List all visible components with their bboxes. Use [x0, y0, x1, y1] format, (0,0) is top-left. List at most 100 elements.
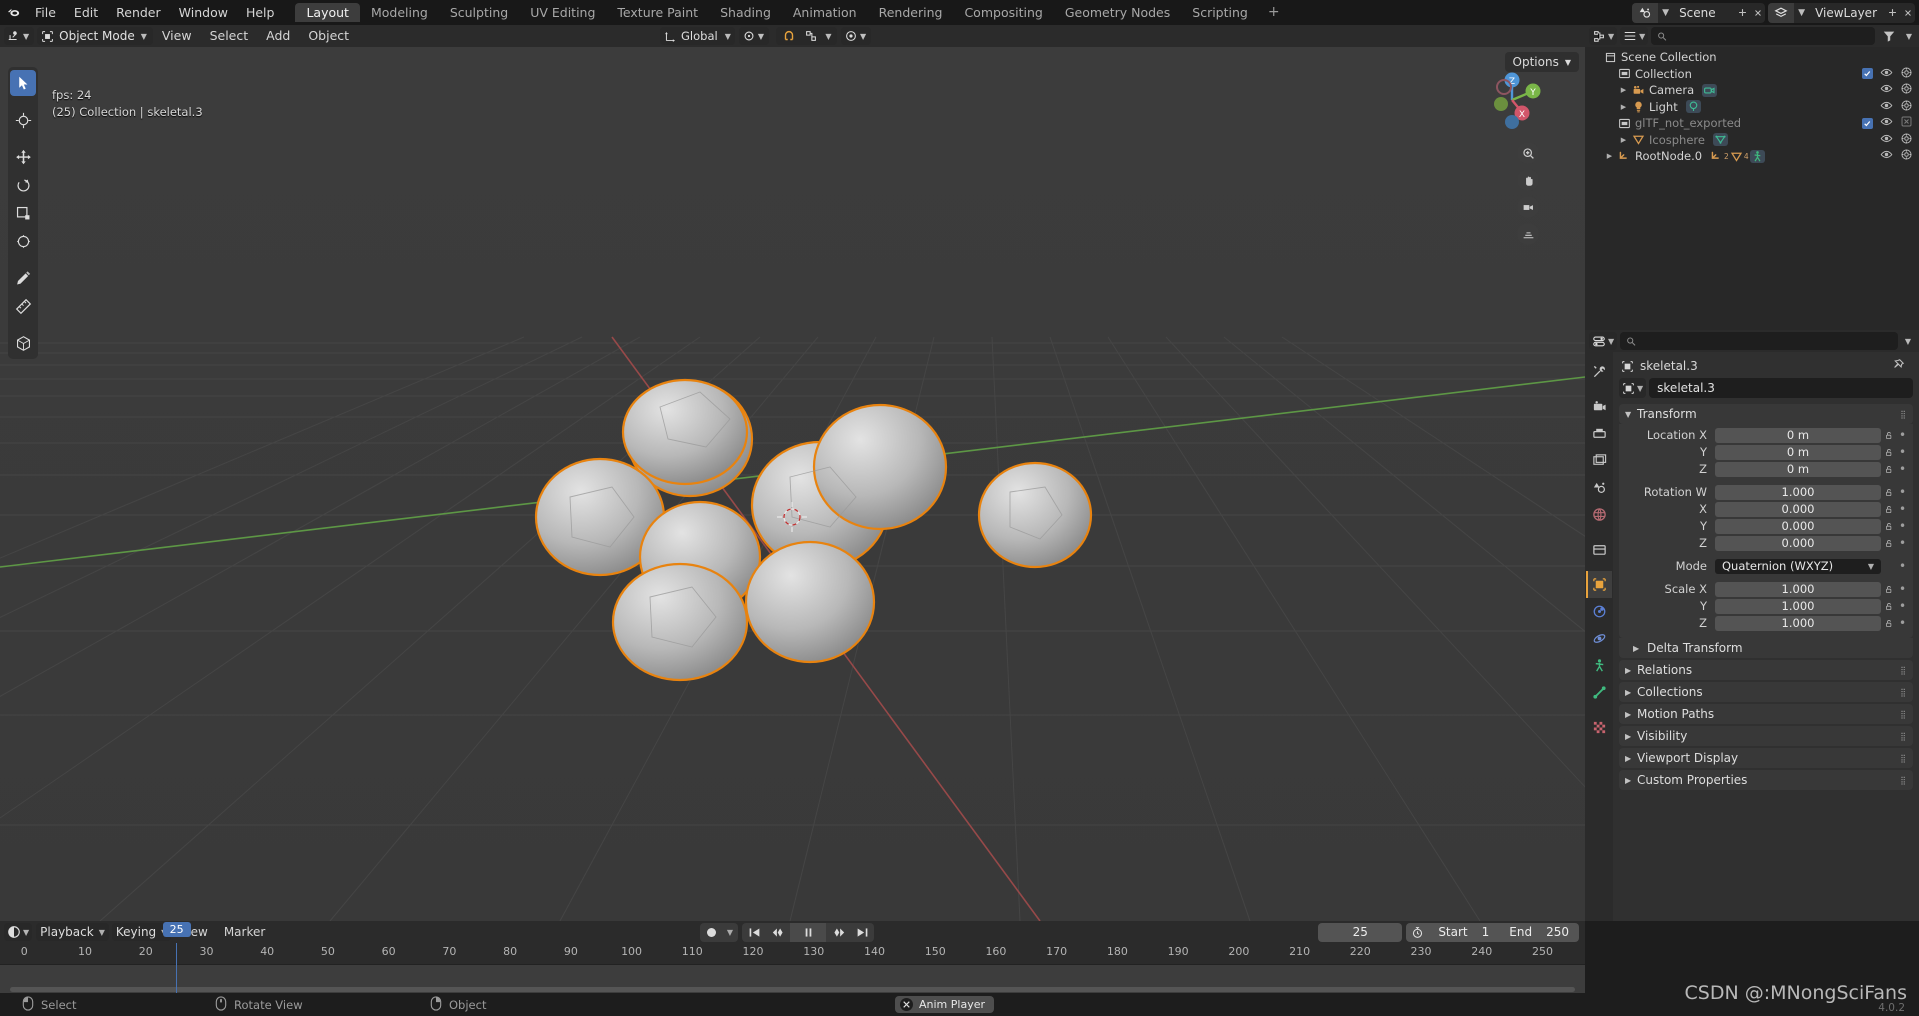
workspace-tab-animation[interactable]: Animation [782, 3, 868, 22]
camera-view-icon[interactable] [1517, 196, 1539, 218]
panel-custom-properties[interactable]: ▶ Custom Properties ⣿ [1619, 770, 1913, 790]
workspace-tab-texture-paint[interactable]: Texture Paint [606, 3, 709, 22]
animate-dot-icon[interactable]: • [1896, 537, 1909, 549]
animate-dot-icon[interactable]: • [1896, 503, 1909, 515]
lock-icon[interactable] [1881, 447, 1896, 458]
lock-icon[interactable] [1881, 430, 1896, 441]
tab-physics[interactable] [1586, 625, 1612, 652]
menu-help[interactable]: Help [237, 0, 284, 25]
disable-in-renders-icon[interactable] [1900, 132, 1913, 148]
viewlayer-name[interactable]: ViewLayer [1809, 3, 1885, 23]
property-value-field[interactable]: 0 m [1715, 427, 1881, 443]
properties-editor-type-selector[interactable]: ▼ [1589, 332, 1618, 350]
lock-icon[interactable] [1881, 584, 1896, 595]
3d-viewport[interactable]: fps: 24 (25) Collection | skeletal.3 Opt… [0, 47, 1585, 921]
animate-dot-icon[interactable]: • [1896, 446, 1909, 458]
object-name-field[interactable]: skeletal.3 [1649, 378, 1913, 398]
disclosure-triangle-icon[interactable]: ▶ [1617, 103, 1630, 111]
lock-icon[interactable] [1881, 487, 1896, 498]
hide-in-viewport-icon[interactable] [1880, 99, 1893, 115]
panel-relations[interactable]: ▶ Relations ⣿ [1619, 660, 1913, 680]
animate-dot-icon[interactable]: • [1896, 520, 1909, 532]
next-keyframe-button[interactable] [826, 923, 850, 942]
delta-transform-panel[interactable]: ▶ Delta Transform [1619, 638, 1913, 658]
outliner-data-badge[interactable] [1712, 133, 1728, 147]
new-viewlayer-icon[interactable] [1885, 3, 1900, 23]
magnet-icon[interactable] [778, 27, 800, 45]
tab-object[interactable] [1586, 571, 1612, 598]
animate-dot-icon[interactable]: • [1896, 617, 1909, 629]
remove-viewlayer-icon[interactable] [1900, 3, 1915, 23]
outliner-filter-chevron-icon[interactable]: ▼ [1903, 27, 1915, 45]
animate-dot-icon[interactable]: • [1896, 560, 1909, 572]
proportional-editing-toggle[interactable]: ▼ [841, 27, 872, 45]
hide-in-viewport-icon[interactable] [1880, 115, 1893, 131]
tab-object-data[interactable] [1586, 679, 1612, 706]
disclosure-triangle-icon[interactable]: ▶ [1617, 86, 1630, 94]
animate-dot-icon[interactable]: • [1896, 429, 1909, 441]
workspace-tab-layout[interactable]: Layout [295, 3, 360, 22]
lock-icon[interactable] [1881, 521, 1896, 532]
viewport-menu-select[interactable]: Select [201, 25, 258, 47]
animate-dot-icon[interactable]: • [1896, 486, 1909, 498]
pause-button[interactable] [790, 922, 826, 942]
workspace-tab-geometry-nodes[interactable]: Geometry Nodes [1054, 3, 1181, 22]
outliner-editor-type-selector[interactable]: ▼ [1589, 27, 1618, 45]
tab-world[interactable] [1586, 501, 1612, 528]
workspace-tab-rendering[interactable]: Rendering [868, 3, 954, 22]
jump-to-end-button[interactable] [850, 923, 874, 942]
properties-options-chevron-icon[interactable]: ▼ [1901, 332, 1915, 350]
property-value-field[interactable]: 1.000 [1715, 598, 1881, 614]
outliner-multi-badge[interactable]: 24 [1710, 149, 1765, 163]
animate-dot-icon[interactable]: • [1896, 600, 1909, 612]
property-value-field[interactable]: 1.000 [1715, 484, 1881, 500]
viewport-menu-view[interactable]: View [153, 25, 201, 47]
timeline-horizontal-scrollbar[interactable] [10, 987, 1575, 992]
transform-panel-header[interactable]: ▼ Transform ⣿ [1619, 404, 1913, 424]
animate-dot-icon[interactable]: • [1896, 463, 1909, 475]
viewport-menu-object[interactable]: Object [299, 25, 358, 47]
tool-move[interactable] [10, 144, 36, 170]
tab-material[interactable] [1586, 714, 1612, 741]
outliner-row-collection[interactable]: Collection [1585, 66, 1919, 83]
panel-collections[interactable]: ▶ Collections ⣿ [1619, 682, 1913, 702]
hide-in-viewport-icon[interactable] [1880, 132, 1893, 148]
outliner-row-icosphere[interactable]: ▶ Icosphere [1585, 132, 1919, 149]
disclosure-triangle-icon[interactable]: ▶ [1603, 152, 1616, 160]
property-value-field[interactable]: 0 m [1715, 461, 1881, 477]
tool-tweak[interactable] [10, 70, 36, 96]
viewlayer-selector[interactable]: ▼ ViewLayer [1768, 2, 1915, 23]
workspace-tab-uv-editing[interactable]: UV Editing [519, 3, 606, 22]
snap-target-selector[interactable]: ▼ [738, 27, 769, 45]
disable-in-renders-icon[interactable] [1900, 66, 1913, 82]
zoom-icon[interactable] [1517, 142, 1539, 164]
panel-viewport-display[interactable]: ▶ Viewport Display ⣿ [1619, 748, 1913, 768]
outliner-display-mode[interactable]: ▼ [1620, 27, 1649, 45]
lock-icon[interactable] [1881, 538, 1896, 549]
hide-in-viewport-icon[interactable] [1880, 82, 1893, 98]
disable-in-renders-icon[interactable] [1900, 82, 1913, 98]
tool-scale[interactable] [10, 200, 36, 226]
tab-render[interactable] [1586, 393, 1612, 420]
outliner-row-camera[interactable]: ▶ Camera [1585, 82, 1919, 99]
timeline-ruler[interactable]: 0 10 20 30 40 50 60 70 80 90 100 110 120 130 140 150 160… [0, 943, 1585, 965]
outliner-row-rootnode-0[interactable]: ▶ RootNode.0 2 4 [1585, 148, 1919, 165]
property-value-field[interactable]: 0.000 [1715, 501, 1881, 517]
blender-logo-icon[interactable] [0, 0, 26, 25]
jump-to-start-button[interactable] [742, 923, 766, 942]
tab-scene[interactable] [1586, 474, 1612, 501]
interaction-mode-selector[interactable]: Object Mode ▼ [37, 27, 153, 45]
disable-in-renders-icon[interactable] [1900, 115, 1913, 131]
pan-hand-icon[interactable] [1517, 169, 1539, 191]
property-value-field[interactable]: 0 m [1715, 444, 1881, 460]
tab-modifiers[interactable] [1586, 598, 1612, 625]
tab-output[interactable] [1586, 420, 1612, 447]
viewport-menu-add[interactable]: Add [257, 25, 299, 47]
end-frame-field[interactable]: End 250 [1499, 923, 1579, 942]
tool-add-cube[interactable] [10, 330, 36, 356]
timeline-editor-type-selector[interactable]: ▼ [4, 923, 33, 941]
tool-transform[interactable] [10, 228, 36, 254]
pin-icon[interactable] [1892, 358, 1911, 374]
object-id-selector[interactable]: ▼ [1619, 378, 1647, 398]
lock-icon[interactable] [1881, 601, 1896, 612]
